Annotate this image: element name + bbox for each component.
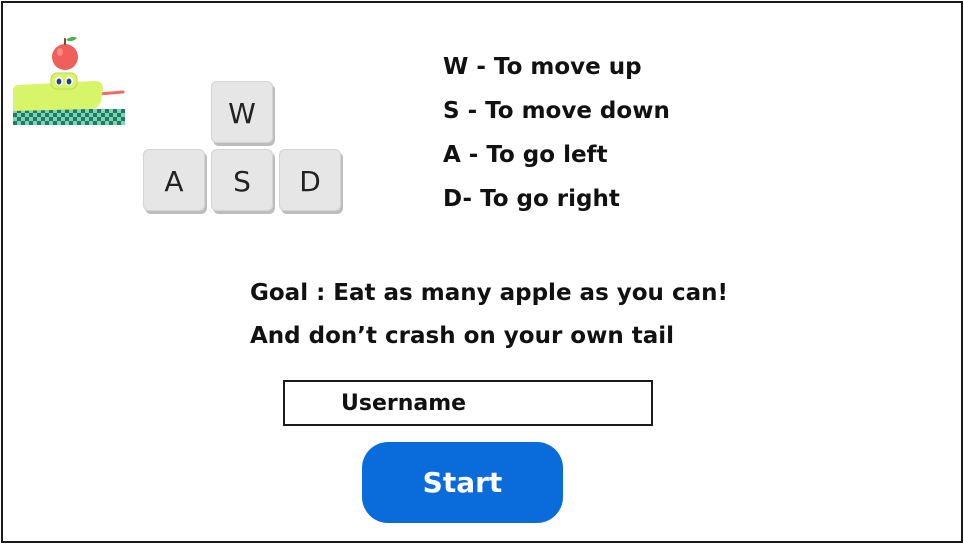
- key-d: D: [279, 149, 341, 211]
- key-w: W: [211, 81, 273, 143]
- key-s: S: [211, 149, 273, 211]
- instruction-move-up: W - To move up: [443, 54, 642, 80]
- goal-line-1: Goal : Eat as many apple as you can!: [250, 280, 728, 306]
- username-input[interactable]: [285, 382, 651, 424]
- instruction-move-down: S - To move down: [443, 98, 670, 124]
- goal-line-2: And don’t crash on your own tail: [250, 323, 675, 349]
- controls-instructions: W - To move up S - To move down A - To g…: [443, 47, 863, 223]
- username-field-container: [283, 380, 653, 426]
- key-a: A: [143, 149, 205, 211]
- snake-logo-icon: [13, 33, 129, 129]
- goal-text: Goal : Eat as many apple as you can! And…: [250, 273, 850, 359]
- instruction-go-left: A - To go left: [443, 142, 608, 168]
- start-button[interactable]: Start: [362, 442, 563, 523]
- instruction-go-right: D- To go right: [443, 186, 620, 212]
- game-start-screen: W A S D W - To move up S - To move down …: [1, 1, 963, 543]
